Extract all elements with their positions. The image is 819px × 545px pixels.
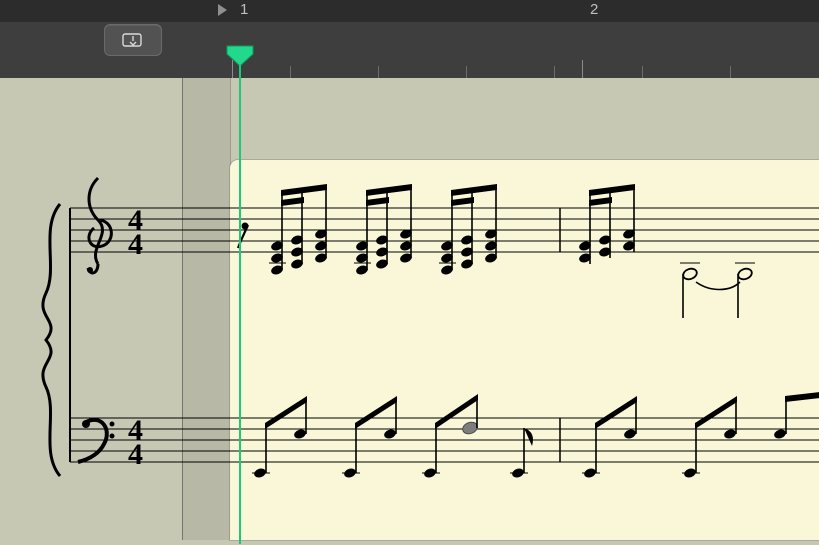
bass-notes[interactable]: [582, 392, 819, 479]
timeline-header: 1 2: [0, 0, 819, 78]
bass-notes[interactable]: [252, 394, 533, 479]
catch-playhead-icon: [122, 32, 144, 48]
treble-clef-icon: [87, 178, 111, 273]
catch-playhead-button[interactable]: [104, 24, 162, 56]
score-editor[interactable]: 4 4 4 4: [0, 78, 819, 540]
bass-timesig-bottom: 4: [128, 438, 143, 471]
bar-number-1: 1: [240, 1, 248, 18]
grand-brace-icon: [43, 204, 60, 476]
eighth-rest-icon: [238, 223, 249, 249]
grand-staff: 4 4 4 4: [43, 178, 819, 479]
tied-note[interactable]: [680, 263, 755, 318]
treble-timesig-bottom: 4: [128, 228, 143, 261]
bass-clef-icon: [78, 420, 115, 462]
ruler[interactable]: 1 2: [218, 0, 819, 78]
ruler-play-triangle-icon: [218, 4, 227, 16]
bar-number-2: 2: [590, 1, 598, 18]
